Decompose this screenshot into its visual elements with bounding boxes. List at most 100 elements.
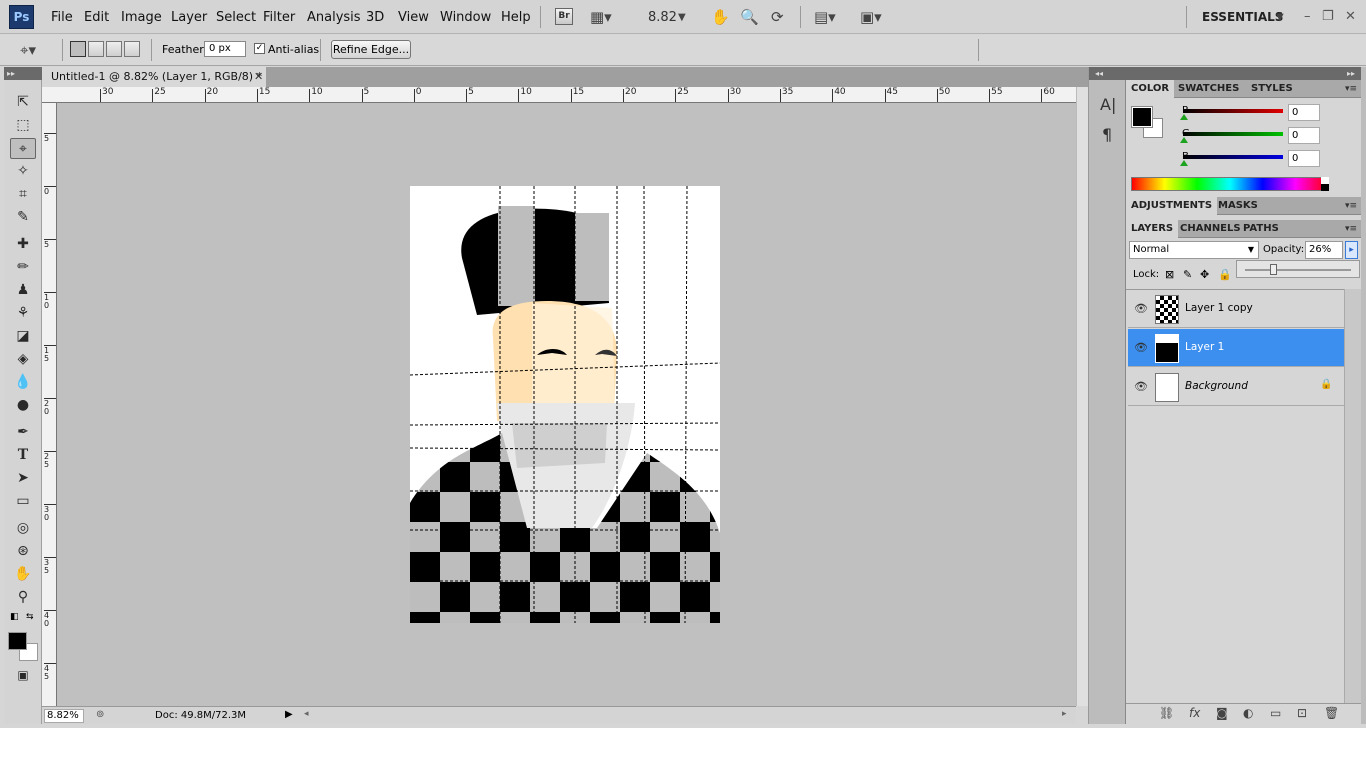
tab-layers[interactable]: LAYERS <box>1126 220 1179 238</box>
delete-layer-icon[interactable]: 🗑 <box>1324 706 1339 720</box>
hand-tool-icon[interactable]: ✋ <box>711 8 730 26</box>
document-tab[interactable]: Untitled-1 @ 8.82% (Layer 1, RGB/8) * ✕ <box>42 67 266 87</box>
green-slider-thumb[interactable] <box>1180 137 1188 143</box>
layer-name[interactable]: Layer 1 <box>1185 341 1224 353</box>
vertical-ruler[interactable]: 5 0 5 1 0 1 5 2 0 2 5 3 0 3 5 4 0 4 5 <box>42 103 57 706</box>
menu-3d[interactable]: 3D <box>366 10 384 25</box>
lock-position-icon[interactable]: ✥ <box>1200 268 1209 281</box>
menu-select[interactable]: Select <box>216 10 256 25</box>
collapse-panels-icon[interactable]: ▸▸ <box>1126 67 1361 80</box>
rectangle-tool-icon[interactable]: ▭ <box>10 491 36 512</box>
adjustment-layer-icon[interactable]: ◐ <box>1243 706 1253 720</box>
lock-transparent-pixels-icon[interactable]: ⊠ <box>1165 268 1174 281</box>
chevron-down-icon[interactable]: ▼ <box>678 12 686 23</box>
polygonal-lasso-preset-icon[interactable]: ⌖▾ <box>20 41 36 59</box>
menu-edit[interactable]: Edit <box>84 10 109 25</box>
bridge-button[interactable]: Br <box>555 8 573 25</box>
history-brush-tool-icon[interactable]: ⚘ <box>10 303 36 324</box>
red-slider[interactable] <box>1183 109 1283 113</box>
layer-name[interactable]: Layer 1 copy <box>1185 302 1253 314</box>
panel-menu-icon[interactable]: ▾≡ <box>1345 84 1357 94</box>
layer-row-layer-1[interactable]: 👁 Layer 1 <box>1128 329 1344 367</box>
marquee-tool-icon[interactable]: ⬚ <box>10 115 36 136</box>
eraser-tool-icon[interactable]: ◪ <box>10 326 36 347</box>
move-tool-icon[interactable]: ⇱ <box>10 92 36 113</box>
add-to-selection-icon[interactable] <box>88 41 104 57</box>
opacity-input[interactable]: 26% <box>1305 241 1343 259</box>
pen-tool-icon[interactable]: ✒ <box>10 422 36 443</box>
vertical-scrollbar[interactable] <box>1076 87 1088 706</box>
blue-slider-thumb[interactable] <box>1180 160 1188 166</box>
type-tool-icon[interactable]: T <box>10 445 36 466</box>
view-extras-icon[interactable]: ▦▾ <box>590 8 612 26</box>
new-selection-icon[interactable] <box>70 41 86 57</box>
feather-input[interactable]: 0 px <box>204 41 246 57</box>
red-value-field[interactable]: 0 <box>1288 104 1320 121</box>
opacity-slider-toggle[interactable]: ▸ <box>1345 241 1358 259</box>
green-slider[interactable] <box>1183 132 1283 136</box>
link-layers-icon[interactable]: ⛓ <box>1159 706 1174 720</box>
add-mask-icon[interactable]: ◙ <box>1216 706 1228 720</box>
healing-brush-tool-icon[interactable]: ✚ <box>10 234 36 255</box>
layer-name[interactable]: Background <box>1185 380 1248 392</box>
menu-file[interactable]: File <box>51 10 73 25</box>
anti-alias-checkbox[interactable]: ✓ <box>254 43 265 54</box>
menu-analysis[interactable]: Analysis <box>307 10 361 25</box>
zoom-tool-icon[interactable]: 🔍 <box>740 8 759 26</box>
zoom-percentage-field[interactable]: 8.82% <box>44 709 84 723</box>
horizontal-ruler[interactable]: 30 25 20 15 10 5 0 5 10 15 20 25 30 35 40 45 50 55 60 <box>42 87 1076 103</box>
color-panel-foreground-swatch[interactable] <box>1131 106 1153 128</box>
status-menu-arrow-icon[interactable]: ▶ <box>285 709 293 720</box>
screen-mode-icon[interactable]: ▣▾ <box>860 8 882 26</box>
close-icon[interactable]: ✕ <box>254 67 263 87</box>
close-button[interactable]: ✕ <box>1345 9 1356 24</box>
document-canvas[interactable] <box>57 103 1076 706</box>
brush-tool-icon[interactable]: ✏ <box>10 257 36 278</box>
scroll-left-icon[interactable]: ◂ <box>304 709 309 719</box>
menu-view[interactable]: View <box>398 10 429 25</box>
tab-swatches[interactable]: SWATCHES <box>1173 80 1244 98</box>
crop-tool-icon[interactable]: ⌗ <box>10 184 36 205</box>
menu-image[interactable]: Image <box>121 10 162 25</box>
visibility-eye-icon[interactable]: 👁 <box>1134 380 1148 393</box>
arrange-documents-icon[interactable]: ▤▾ <box>814 8 836 26</box>
3d-orbit-tool-icon[interactable]: ⊛ <box>10 541 36 562</box>
red-slider-thumb[interactable] <box>1180 114 1188 120</box>
new-group-icon[interactable]: ▭ <box>1270 706 1281 720</box>
new-layer-icon[interactable]: ⊡ <box>1297 706 1307 720</box>
paint-bucket-tool-icon[interactable]: ◈ <box>10 349 36 370</box>
layers-scrollbar[interactable] <box>1344 289 1361 703</box>
scroll-right-icon[interactable]: ▸ <box>1062 709 1067 719</box>
zoom-tool-icon[interactable]: ⚲ <box>10 587 36 608</box>
tab-masks[interactable]: MASKS <box>1213 197 1263 215</box>
intersect-selection-icon[interactable] <box>124 41 140 57</box>
restore-button[interactable]: ❐ <box>1322 9 1334 24</box>
blue-slider[interactable] <box>1183 155 1283 159</box>
blur-tool-icon[interactable]: 💧 <box>10 372 36 393</box>
lock-all-icon[interactable]: 🔒 <box>1218 268 1232 281</box>
tab-paths[interactable]: PATHS <box>1238 220 1284 238</box>
green-value-field[interactable]: 0 <box>1288 127 1320 144</box>
visibility-eye-icon[interactable]: 👁 <box>1134 341 1148 354</box>
status-info-icon[interactable]: ⊚ <box>96 709 104 720</box>
rotate-view-icon[interactable]: ⟳ <box>771 8 784 26</box>
dodge-tool-icon[interactable]: ● <box>10 395 36 416</box>
lock-image-pixels-icon[interactable]: ✎ <box>1183 268 1192 281</box>
paragraph-panel-icon[interactable]: ¶ <box>1102 125 1112 144</box>
magic-wand-tool-icon[interactable]: ✧ <box>10 161 36 182</box>
zoom-level-display[interactable]: 8.82 <box>648 10 677 25</box>
menu-filter[interactable]: Filter <box>263 10 295 25</box>
panel-menu-icon[interactable]: ▾≡ <box>1345 201 1357 211</box>
hand-tool-icon[interactable]: ✋ <box>10 564 36 585</box>
layer-row-background[interactable]: 👁 Background 🔒 <box>1128 368 1344 406</box>
foreground-color-front[interactable] <box>8 632 27 650</box>
clone-stamp-tool-icon[interactable]: ♟ <box>10 280 36 301</box>
blue-value-field[interactable]: 0 <box>1288 150 1320 167</box>
default-colors-icon[interactable]: ◧ <box>10 612 19 622</box>
3d-rotate-tool-icon[interactable]: ◎ <box>10 518 36 539</box>
layer-style-fx-icon[interactable]: fx <box>1189 706 1200 720</box>
minimize-button[interactable]: – <box>1304 9 1311 24</box>
tab-styles[interactable]: STYLES <box>1246 80 1298 98</box>
quick-mask-icon[interactable]: ▣ <box>10 665 36 686</box>
path-selection-tool-icon[interactable]: ➤ <box>10 468 36 489</box>
